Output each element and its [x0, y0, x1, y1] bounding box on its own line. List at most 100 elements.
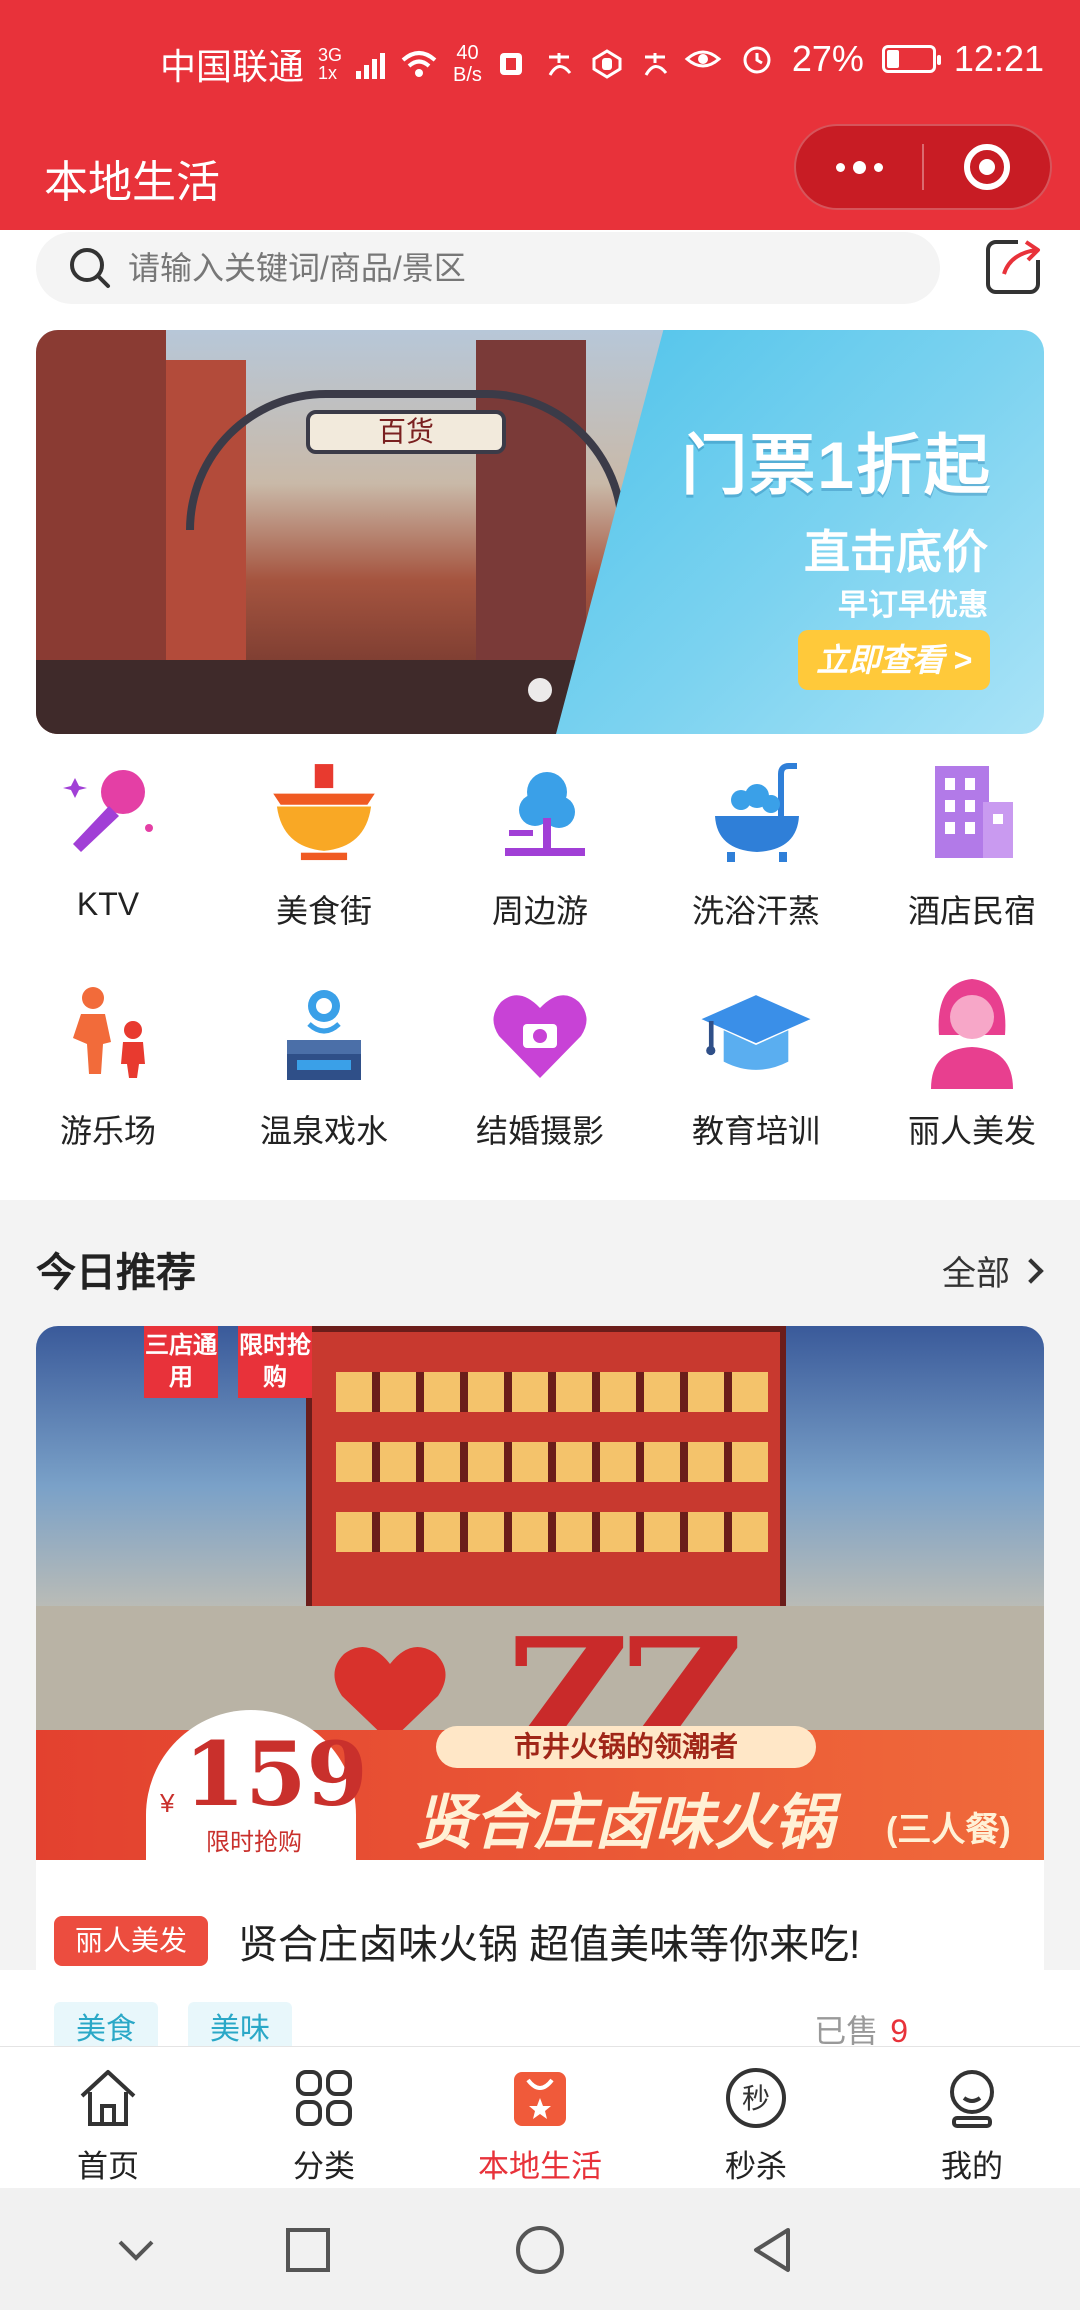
network-type: 3G 1x: [318, 46, 342, 82]
deal-poster[interactable]: 三店通用 限时抢购 ZZ 市井火锅的领潮者 贤合庄卤味火锅 (三人餐) ¥ 15…: [36, 1326, 1044, 1860]
category-badge: 丽人美发: [54, 1916, 208, 1966]
family-icon: [48, 978, 168, 1088]
battery-icon: [881, 45, 941, 73]
signal-icon: [356, 49, 386, 79]
carrier-name: 中国联通: [160, 46, 305, 87]
tab-home[interactable]: 首页: [0, 2063, 216, 2186]
book-icon: [499, 53, 522, 75]
search-input[interactable]: [128, 249, 888, 287]
hand-icon: [592, 49, 622, 79]
speed-unit: B/s: [453, 64, 482, 86]
home-icon: [73, 2063, 143, 2133]
nav-back-button[interactable]: [740, 2218, 804, 2282]
tab-label: 分类: [293, 2149, 355, 2184]
sold-count: 已售 9: [814, 2006, 908, 2046]
category-beauty-hair[interactable]: 丽人美发: [864, 978, 1080, 1178]
alarm-icon: [743, 46, 771, 74]
woman-avatar-icon: [912, 978, 1032, 1089]
profile-icon: [937, 2063, 1007, 2133]
category-education[interactable]: 教育培训: [648, 978, 864, 1178]
poster-tag-stores: 三店通用: [144, 1326, 218, 1398]
category-label: 酒店民宿: [907, 893, 1036, 929]
notification-icons: [496, 49, 670, 79]
category-label: 游乐场: [59, 1113, 156, 1149]
banner-note: 早订早优惠: [838, 589, 988, 622]
nav-recents-button[interactable]: [276, 2218, 340, 2282]
status-bar: 中国联通 3G 1x 40 B/s 27% 12:21: [0, 0, 1080, 120]
chevron-down-icon: [118, 2240, 154, 2261]
alipay-icon: [644, 53, 668, 76]
speed-value: 40: [456, 42, 479, 64]
view-all-label: 全部: [942, 1255, 1010, 1293]
price-value: 159: [184, 1722, 368, 1826]
heart-camera-icon: [480, 978, 600, 1088]
deal-title[interactable]: 贤合庄卤味火锅 超值美味等你来吃!: [238, 1912, 860, 1970]
deal-tag: 美味: [188, 2002, 292, 2046]
microphone-icon: [48, 758, 168, 868]
category-label: 美食街: [275, 893, 372, 929]
promo-banner[interactable]: 百货 门票1折起 直击底价 早订早优惠 立即查看 >: [36, 330, 1044, 734]
building-icon: [912, 758, 1032, 868]
view-all-link[interactable]: 全部: [942, 1246, 1044, 1295]
search-bar[interactable]: [36, 232, 940, 304]
category-nearby-travel[interactable]: 周边游: [432, 758, 648, 958]
tab-profile[interactable]: 我的: [864, 2063, 1080, 2186]
close-button[interactable]: [924, 126, 1050, 208]
battery-percent: 27%: [791, 38, 864, 79]
triangle-back-icon: [754, 2228, 790, 2272]
section-title: 今日推荐: [36, 1251, 196, 1295]
category-label: 结婚摄影: [475, 1113, 604, 1149]
target-circle-icon: [964, 144, 1010, 190]
tab-label: 本地生活: [478, 2149, 602, 2184]
carousel-indicator[interactable]: [528, 678, 552, 702]
category-label: 洗浴汗蒸: [691, 893, 820, 929]
banner-cta-button[interactable]: 立即查看 >: [798, 630, 990, 690]
system-nav-bar: [0, 2188, 1080, 2310]
status-left: 中国联通 3G 1x 40 B/s: [160, 38, 670, 90]
network-sub-label: 1x: [318, 63, 338, 83]
hot-spring-icon: [264, 978, 384, 1088]
category-label: 温泉戏水: [259, 1113, 388, 1149]
nav-home-button[interactable]: [508, 2218, 572, 2282]
poster-name-note: (三人餐): [886, 1811, 1011, 1849]
share-icon[interactable]: [982, 232, 1048, 298]
eye-icon: [684, 50, 722, 68]
category-label: 周边游: [491, 893, 588, 929]
search-icon: [62, 240, 118, 296]
alipay-icon: [548, 53, 572, 76]
shopping-bag-icon: [505, 2063, 575, 2133]
tab-flash-sale[interactable]: 秒 秒杀: [648, 2063, 864, 2186]
price-note: 限时抢购: [206, 1829, 302, 1856]
category-bath-sauna[interactable]: 洗浴汗蒸: [648, 758, 864, 958]
flash-sale-icon: 秒: [721, 2063, 791, 2133]
category-ktv[interactable]: KTV: [0, 758, 216, 958]
category-label: 教育培训: [691, 1113, 820, 1149]
wifi-icon: [401, 51, 437, 77]
square-icon: [286, 2228, 330, 2272]
nav-collapse-button[interactable]: [104, 2218, 168, 2282]
graduation-cap-icon: [696, 978, 816, 1088]
banner-headline: 门票1折起: [681, 428, 992, 502]
price-currency: ¥: [160, 1788, 175, 1818]
recommend-card[interactable]: 三店通用 限时抢购 ZZ 市井火锅的领潮者 贤合庄卤味火锅 (三人餐) ¥ 15…: [36, 1326, 1044, 2046]
category-wedding-photo[interactable]: 结婚摄影: [432, 978, 648, 1178]
tree-icon: [480, 758, 600, 868]
tab-category[interactable]: 分类: [216, 2063, 432, 2186]
poster-building: [306, 1326, 786, 1626]
category-amusement-park[interactable]: 游乐场: [0, 978, 216, 1178]
category-hot-spring[interactable]: 温泉戏水: [216, 978, 432, 1178]
category-label: KTV: [76, 886, 140, 922]
poster-restaurant-name: 贤合庄卤味火锅: [414, 1789, 834, 1856]
more-button[interactable]: [796, 126, 922, 208]
network-speed: 40 B/s: [453, 42, 482, 86]
banner-subheading: 直击底价: [804, 526, 988, 578]
category-hotel-homestay[interactable]: 酒店民宿: [864, 758, 1080, 958]
hotpot-icon: [264, 758, 384, 868]
category-food-street[interactable]: 美食街: [216, 758, 432, 958]
clock: 12:21: [953, 38, 1044, 79]
svg-text:秒: 秒: [742, 2082, 770, 2115]
bathtub-icon: [696, 758, 816, 868]
tab-label: 秒杀: [725, 2149, 787, 2184]
tab-local-life[interactable]: 本地生活: [432, 2063, 648, 2186]
poster-tag-flash: 限时抢购: [238, 1326, 312, 1398]
